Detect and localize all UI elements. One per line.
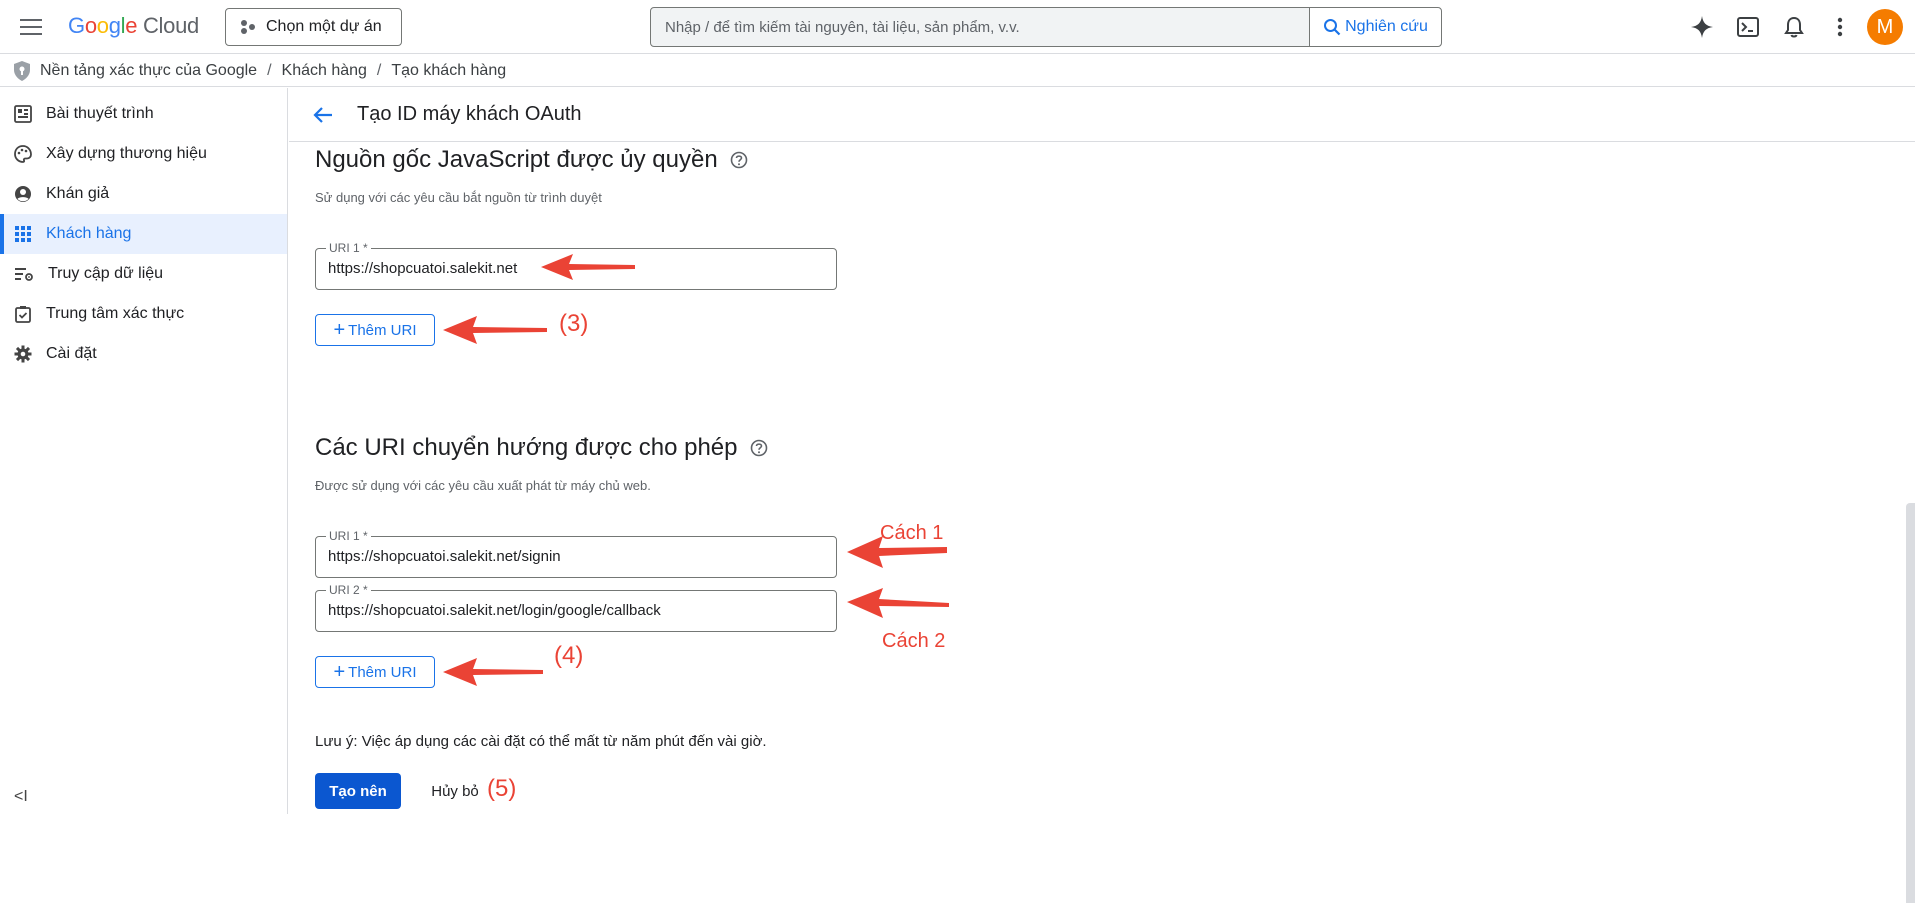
breadcrumb-separator: / xyxy=(267,61,272,79)
plus-icon: + xyxy=(333,661,346,683)
verified-icon xyxy=(15,306,31,323)
breadcrumb-item-create-client: Tạo khách hàng xyxy=(391,61,507,79)
search-icon xyxy=(1324,19,1341,36)
annotation-step-3: (3) xyxy=(559,310,589,337)
sidebar-item-label: Truy cập dữ liệu xyxy=(48,265,164,282)
add-uri-label: Thêm URI xyxy=(348,321,417,339)
cancel-button[interactable]: Hủy bỏ xyxy=(417,773,493,809)
sidebar-item-data-access[interactable]: Truy cập dữ liệu xyxy=(0,254,287,294)
notifications-button[interactable] xyxy=(1771,4,1817,50)
breadcrumb-item-clients[interactable]: Khách hàng xyxy=(282,62,367,80)
project-picker-label: Chọn một dự án xyxy=(266,18,382,35)
js-origins-title-text: Nguồn gốc JavaScript được ủy quyền xyxy=(315,146,718,173)
create-button[interactable]: Tạo nên xyxy=(315,773,401,809)
top-icons: M xyxy=(1679,0,1915,54)
apps-grid-icon xyxy=(15,226,31,242)
js-origin-uri-1-label: URI 1 * xyxy=(326,241,371,255)
annotation-step-5: (5) xyxy=(487,775,517,802)
search-placeholder: Nhập / để tìm kiếm tài nguyên, tài liệu,… xyxy=(665,18,1020,36)
collapse-sidebar-button[interactable]: <I xyxy=(14,788,28,806)
sparkle-icon xyxy=(1691,16,1713,38)
breadcrumb-separator: / xyxy=(376,61,382,79)
terminal-icon xyxy=(1737,17,1759,37)
breadcrumb: Nền tảng xác thực của Google / Khách hàn… xyxy=(0,55,1915,87)
breadcrumb-item-platform[interactable]: Nền tảng xác thực của Google xyxy=(40,62,257,80)
redirect-uris-description: Được sử dụng với các yêu cầu xuất phát t… xyxy=(315,478,651,493)
gear-icon xyxy=(14,345,32,363)
dashboard-icon xyxy=(14,105,32,123)
search-button[interactable]: Nghiên cứu xyxy=(1309,8,1441,46)
annotation-arrow-icon xyxy=(541,254,635,280)
sidebar-item-label: Trung tâm xác thực xyxy=(46,305,185,322)
redirect-uri-2-label: URI 2 * xyxy=(326,583,371,597)
redirect-uris-title: Các URI chuyển hướng được cho phép xyxy=(315,434,768,462)
sidebar-item-settings[interactable]: Cài đặt xyxy=(0,334,287,374)
project-nodes-icon xyxy=(241,20,255,34)
google-cloud-logo[interactable]: Google Cloud xyxy=(68,13,199,39)
sidebar-item-label: Cài đặt xyxy=(46,345,97,362)
back-button[interactable] xyxy=(307,99,339,131)
help-icon xyxy=(750,439,767,457)
apply-settings-note: Lưu ý: Việc áp dụng các cài đặt có thể m… xyxy=(315,733,767,750)
redirect-uri-1-value: https://shopcuatoi.salekit.net/signin xyxy=(328,548,561,565)
vertical-dots-icon xyxy=(1837,17,1843,37)
sidebar-item-label: Xây dựng thương hiệu xyxy=(46,145,207,162)
gemini-button[interactable] xyxy=(1679,4,1725,50)
plus-icon: + xyxy=(333,319,346,341)
main-content: Tạo ID máy khách OAuth Nguồn gốc JavaScr… xyxy=(289,88,1915,903)
js-origins-description: Sử dụng với các yêu cầu bắt nguồn từ trì… xyxy=(315,190,602,205)
hamburger-menu-icon xyxy=(20,19,42,35)
sidebar: Bài thuyết trình Xây dựng thương hiệu Kh… xyxy=(0,88,288,814)
page-scrollbar[interactable] xyxy=(1906,503,1915,903)
sidebar-item-overview[interactable]: Bài thuyết trình xyxy=(0,94,287,134)
palette-icon xyxy=(14,145,32,163)
search-input[interactable]: Nhập / để tìm kiếm tài nguyên, tài liệu,… xyxy=(651,8,1309,46)
redirect-uri-2-value: https://shopcuatoi.salekit.net/login/goo… xyxy=(328,602,661,619)
annotation-arrow-icon xyxy=(443,316,547,344)
account-avatar[interactable]: M xyxy=(1867,9,1903,45)
project-picker-button[interactable]: Chọn một dự án xyxy=(225,8,402,46)
page-header: Tạo ID máy khách OAuth xyxy=(289,88,1915,142)
search-bar: Nhập / để tìm kiếm tài nguyên, tài liệu,… xyxy=(650,7,1442,47)
help-icon xyxy=(730,151,748,169)
add-uri-label: Thêm URI xyxy=(348,663,417,681)
sidebar-item-verification-center[interactable]: Trung tâm xác thực xyxy=(0,294,287,334)
top-bar: Google Cloud Chọn một dự án Nhập / để tì… xyxy=(0,0,1915,54)
annotation-arrow-icon xyxy=(443,658,543,686)
bell-icon xyxy=(1784,16,1804,38)
annotation-way-1: Cách 1 xyxy=(880,522,944,544)
redirect-uri-2-field[interactable]: URI 2 * https://shopcuatoi.salekit.net/l… xyxy=(315,583,837,632)
more-options-button[interactable] xyxy=(1817,4,1863,50)
redirect-uris-add-uri-button[interactable]: + Thêm URI xyxy=(315,656,435,688)
data-access-icon xyxy=(15,268,33,281)
sidebar-item-clients[interactable]: Khách hàng xyxy=(0,214,287,254)
cloud-shell-button[interactable] xyxy=(1725,4,1771,50)
sidebar-item-label: Khán giả xyxy=(46,185,110,202)
arrow-back-icon xyxy=(313,106,332,123)
shield-icon xyxy=(14,60,30,81)
search-button-label: Nghiên cứu xyxy=(1345,18,1428,35)
js-origins-title: Nguồn gốc JavaScript được ủy quyền xyxy=(315,146,748,174)
redirect-uri-1-label: URI 1 * xyxy=(326,529,371,543)
sidebar-item-audience[interactable]: Khán giả xyxy=(0,174,287,214)
annotation-arrow-icon xyxy=(847,588,949,618)
sidebar-item-label: Bài thuyết trình xyxy=(46,105,154,122)
js-origin-uri-1-value: https://shopcuatoi.salekit.net xyxy=(328,260,518,277)
redirect-uris-title-text: Các URI chuyển hướng được cho phép xyxy=(315,434,738,461)
annotation-step-4: (4) xyxy=(554,642,584,669)
sidebar-item-label: Khách hàng xyxy=(46,225,132,242)
sidebar-item-branding[interactable]: Xây dựng thương hiệu xyxy=(0,134,287,174)
page-title: Tạo ID máy khách OAuth xyxy=(357,103,582,125)
js-origins-add-uri-button[interactable]: + Thêm URI xyxy=(315,314,435,346)
redirect-uri-1-field[interactable]: URI 1 * https://shopcuatoi.salekit.net/s… xyxy=(315,529,837,578)
main-menu-button[interactable] xyxy=(14,12,48,42)
annotation-way-2: Cách 2 xyxy=(882,630,946,652)
account-circle-icon xyxy=(15,186,31,202)
